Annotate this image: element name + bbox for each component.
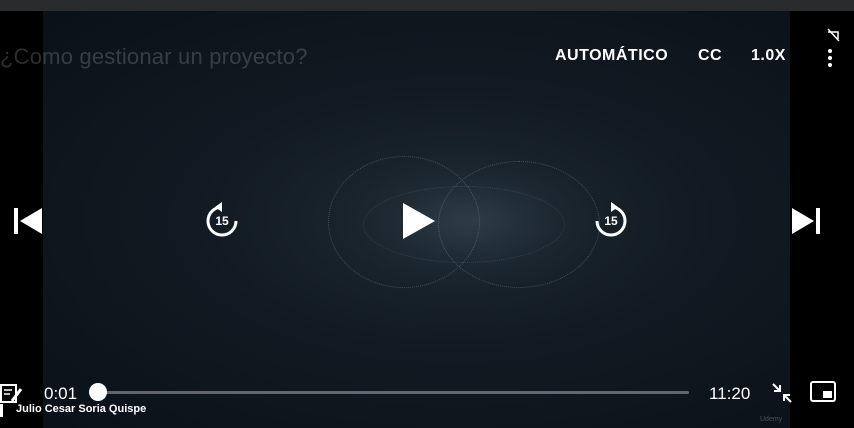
- skip-previous-icon[interactable]: [8, 204, 46, 238]
- video-ring-inner: [363, 186, 565, 263]
- captions-button[interactable]: CC: [698, 47, 722, 65]
- rewind-seconds: 15: [215, 214, 229, 228]
- student-name: Julio Cesar Soria Quispe: [16, 403, 147, 415]
- video-player[interactable]: Udemy ¿Como gestionar un proyecto? AUTOM…: [0, 11, 854, 428]
- exit-fullscreen-icon[interactable]: [771, 382, 793, 404]
- replay-15-icon[interactable]: 15: [201, 201, 243, 241]
- quality-button[interactable]: AUTOMÁTICO: [555, 47, 668, 65]
- play-icon[interactable]: [396, 199, 440, 243]
- video-watermark: Udemy: [760, 416, 783, 423]
- forward-15-icon[interactable]: 15: [590, 201, 632, 241]
- speed-button[interactable]: 1.0X: [751, 47, 786, 65]
- progress-handle[interactable]: [88, 383, 107, 401]
- duration-time: 11:20: [709, 384, 751, 403]
- cast-off-icon[interactable]: [826, 28, 840, 42]
- more-vertical-icon[interactable]: [824, 47, 836, 69]
- student-marker: [0, 404, 3, 417]
- status-bar: [0, 0, 854, 11]
- picture-in-picture-icon[interactable]: [810, 381, 836, 403]
- forward-seconds: 15: [604, 214, 618, 228]
- notes-icon[interactable]: [0, 383, 24, 405]
- current-time: 0:01: [44, 384, 78, 403]
- video-title: ¿Como gestionar un proyecto?: [0, 44, 308, 69]
- skip-next-icon[interactable]: [788, 204, 826, 238]
- progress-slider[interactable]: [88, 383, 689, 401]
